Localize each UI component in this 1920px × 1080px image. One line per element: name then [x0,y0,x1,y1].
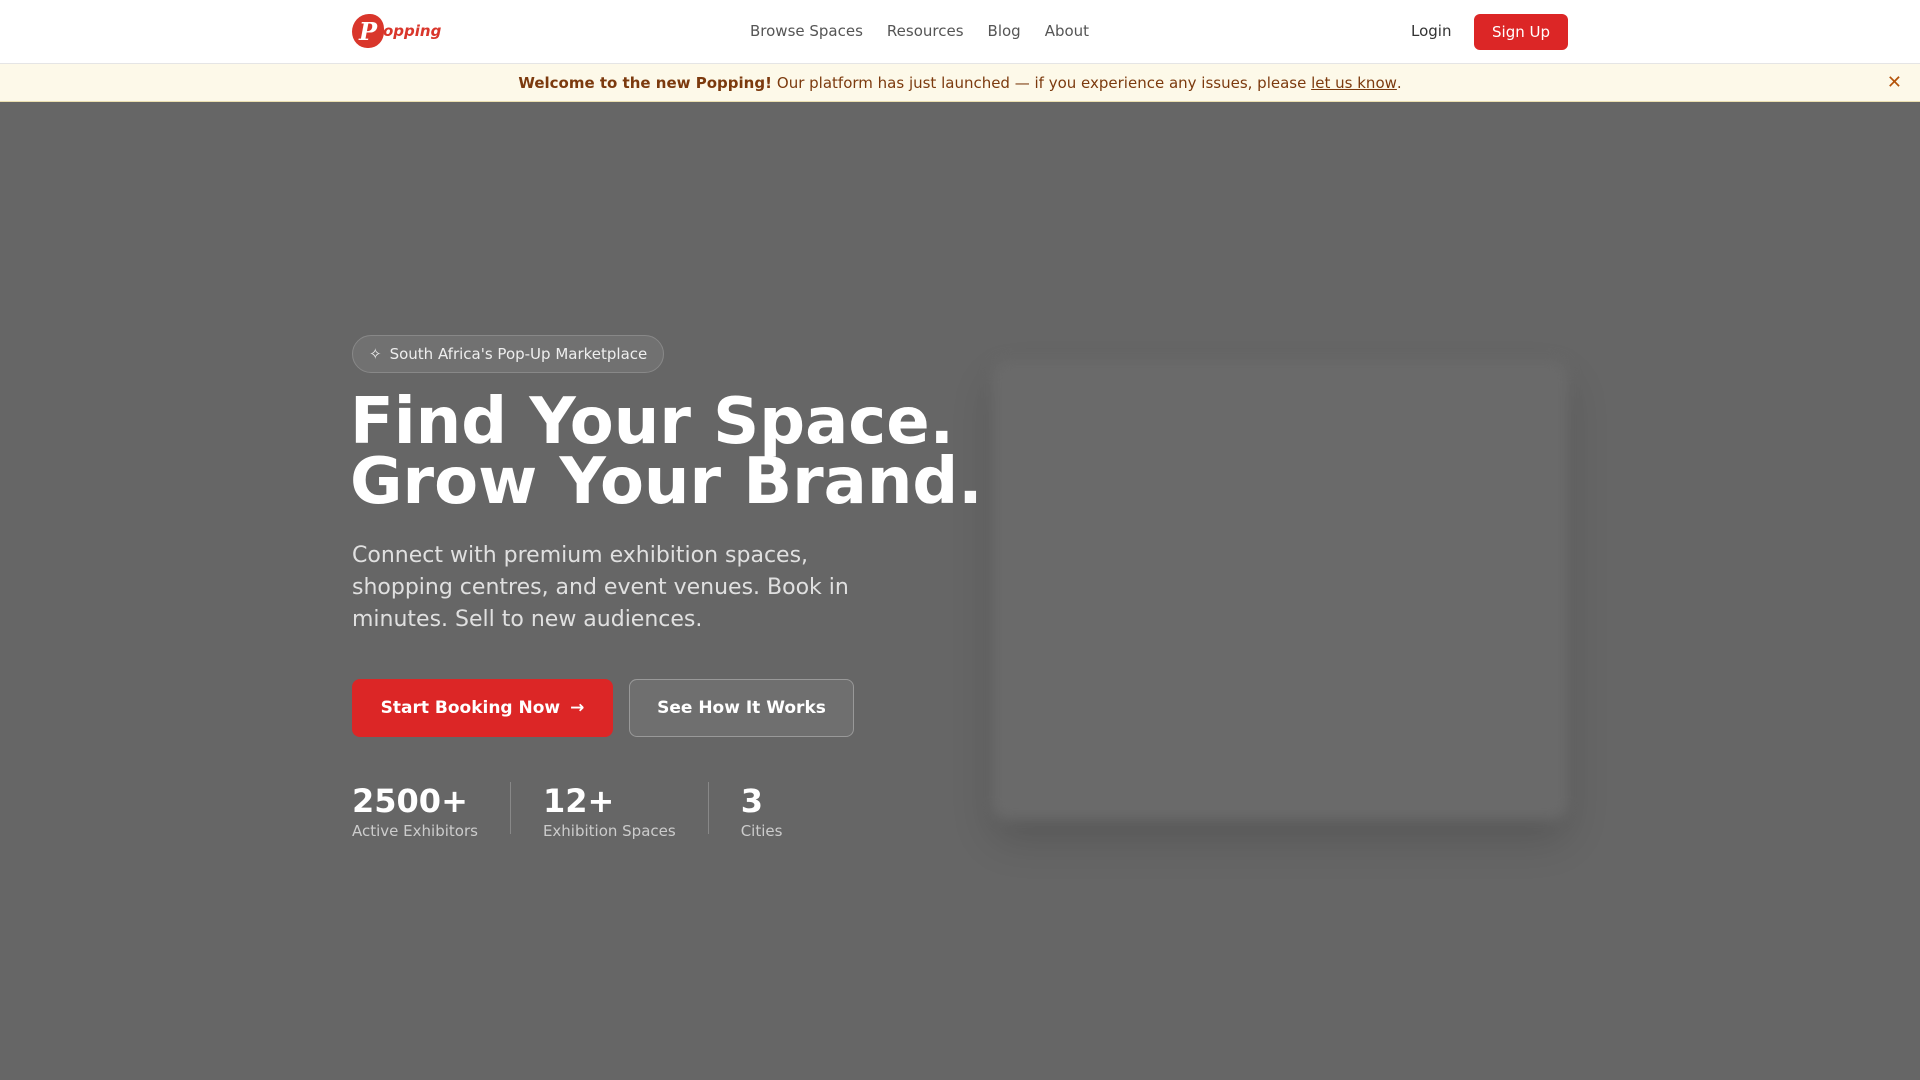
hero-badge: ✧ South Africa's Pop-Up Marketplace [352,335,665,373]
hero-image-card [992,360,1568,820]
banner-text: Our platform has just launched — if you … [776,73,1307,92]
nav-blog[interactable]: Blog [988,22,1021,40]
login-link[interactable]: Login [1411,22,1451,40]
logo[interactable]: Popping [352,14,441,48]
announcement-banner: Welcome to the new Popping! Our platform… [0,64,1920,102]
arrow-right-icon: → [570,698,585,718]
nav-about[interactable]: About [1045,22,1089,40]
nav-browse-spaces[interactable]: Browse Spaces [750,22,863,40]
close-icon[interactable]: ✕ [1887,72,1902,93]
sparkles-icon: ✧ [369,345,382,363]
nav-resources[interactable]: Resources [887,22,964,40]
stat-cities: 3 Cities [740,782,783,840]
see-how-it-works-button[interactable]: See How It Works [629,679,854,737]
top-nav: Popping Browse Spaces Resources Blog Abo… [0,0,1920,64]
hero-lead: Connect with premium exhibition spaces, … [352,543,849,632]
banner-title: Welcome to the new Popping! [518,73,772,92]
feedback-link[interactable]: let us know [1311,74,1397,92]
stat-exhibitors: 2500+ Active Exhibitors [352,782,511,840]
signup-button[interactable]: Sign Up [1474,14,1568,50]
hero-title: Find Your Space. Grow Your Brand. [350,385,983,519]
stats: 2500+ Active Exhibitors 12+ Exhibition Spa… [352,782,846,840]
stat-spaces: 12+ Exhibition Spaces [543,782,709,840]
start-booking-button[interactable]: Start Booking Now → [352,679,613,737]
